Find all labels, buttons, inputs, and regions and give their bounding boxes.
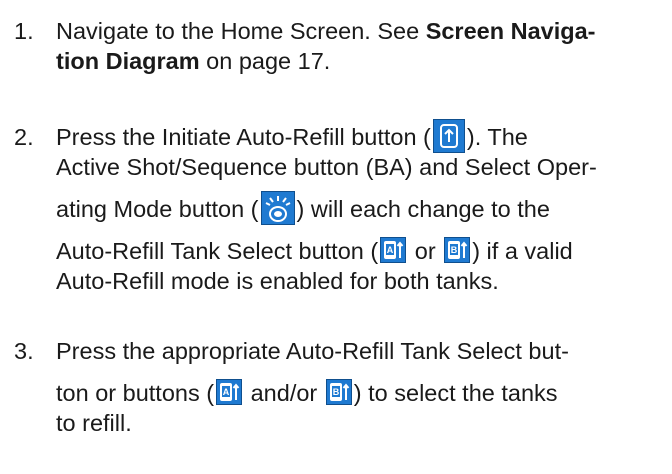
step-text: or <box>408 238 443 264</box>
step-2-line-3: ating Mode button ( ) will each change t… <box>56 190 550 225</box>
step-3-line-3: to refill. <box>56 410 132 437</box>
step-2-line-4: Auto-Refill Tank Select button ( A or B … <box>56 237 573 265</box>
tank-a-letter: A <box>223 387 230 397</box>
tank-a-refill-icon: A <box>380 237 407 264</box>
step-text: Navigate to the Home Screen. See <box>56 18 426 44</box>
step-text: ). The <box>466 124 528 150</box>
step-2-line-1: Press the Initiate Auto-Refill button ( … <box>56 118 528 153</box>
step-number: 2. <box>14 124 34 150</box>
tank-b-letter: B <box>333 387 340 397</box>
step-text: and/or <box>244 380 324 406</box>
step-text: Active Shot/Sequence button (BA) and Sel… <box>56 154 597 180</box>
step-text: ton or buttons ( <box>56 380 215 406</box>
initiate-auto-refill-icon <box>432 118 465 153</box>
step-3-line-2: ton or buttons ( A and/or B ) to select … <box>56 379 558 407</box>
xref-screen-navigation: Screen Naviga- <box>425 18 596 44</box>
xref-screen-navigation-cont: tion Diagram <box>56 48 200 74</box>
step-text: ) to select the tanks <box>353 380 558 406</box>
tank-b-refill-icon: B <box>444 237 471 264</box>
step-number: 3. <box>14 338 34 364</box>
tank-b-refill-icon: B <box>325 379 352 406</box>
select-operating-mode-icon <box>260 190 295 225</box>
step-3-line-1: Press the appropriate Auto-Refill Tank S… <box>56 338 569 365</box>
step-text: to refill. <box>56 410 132 436</box>
step-text: ating Mode button ( <box>56 196 259 222</box>
step-text: Press the appropriate Auto-Refill Tank S… <box>56 338 569 364</box>
tank-b-letter: B <box>451 245 458 255</box>
step-2-line-2: Active Shot/Sequence button (BA) and Sel… <box>56 154 597 181</box>
tank-a-refill-icon: A <box>216 379 243 406</box>
tank-a-letter: A <box>387 245 394 255</box>
step-2-line-5: Auto-Refill mode is enabled for both tan… <box>56 268 499 295</box>
step-text: on page 17. <box>199 48 331 74</box>
step-number: 1. <box>14 18 34 44</box>
step-1-line-2: tion Diagram on page 17. <box>56 48 330 75</box>
step-1-line-1: Navigate to the Home Screen. See Screen … <box>56 18 596 45</box>
step-text: Auto-Refill mode is enabled for both tan… <box>56 268 499 294</box>
step-text: ) will each change to the <box>296 196 550 222</box>
step-text: ) if a valid <box>472 238 573 264</box>
step-text: Press the Initiate Auto-Refill button ( <box>56 124 431 150</box>
step-text: Auto-Refill Tank Select button ( <box>56 238 379 264</box>
